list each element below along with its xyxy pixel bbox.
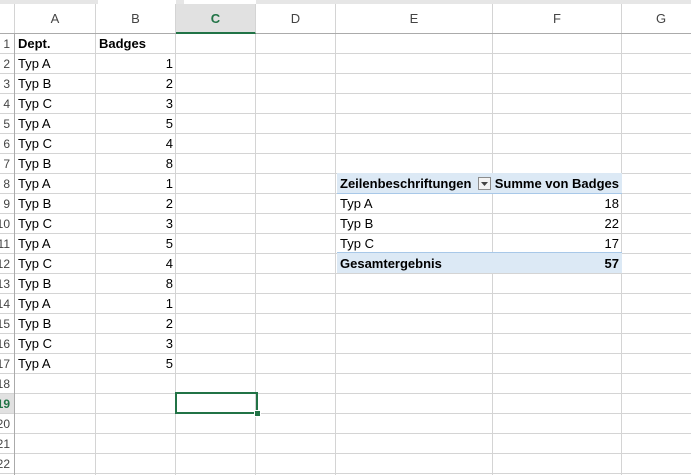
row-header-1[interactable]: 1 [0,34,14,54]
pivot-row-value[interactable]: 18 [493,194,622,213]
cell-A9[interactable]: Typ B [15,194,96,213]
cell-A17[interactable]: Typ A [15,354,96,373]
cell-A7[interactable]: Typ B [15,154,96,173]
row-header-13[interactable]: 13 [0,274,14,294]
cell-B1[interactable]: Badges [96,34,176,53]
row-header-15[interactable]: 15 [0,314,14,334]
dropdown-arrow-icon[interactable] [478,177,491,190]
pivot-row-value[interactable]: 22 [493,214,622,233]
cell-B6[interactable]: 4 [96,134,176,153]
cell-A14[interactable]: Typ A [15,294,96,313]
cell-B17[interactable]: 5 [96,354,176,373]
cell-A12[interactable]: Typ C [15,254,96,273]
active-cell-selection[interactable] [175,392,258,414]
cell-B4[interactable]: 3 [96,94,176,113]
row-header-5[interactable]: 5 [0,114,14,134]
row-header-17[interactable]: 17 [0,354,14,374]
column-header-b[interactable]: B [96,4,176,33]
row-header-19[interactable]: 19 [0,394,14,414]
column-header-e[interactable]: E [336,4,493,33]
column-header-f[interactable]: F [493,4,622,33]
cell-B11[interactable]: 5 [96,234,176,253]
pivot-grand-total-value[interactable]: 57 [493,254,622,273]
row-header-16[interactable]: 16 [0,334,14,354]
cell-A10[interactable]: Typ C [15,214,96,233]
pivot-row-label[interactable]: Typ A [337,194,493,213]
row-header-22[interactable]: 22 [0,454,14,474]
cell-B14[interactable]: 1 [96,294,176,313]
cell-A16[interactable]: Typ C [15,334,96,353]
fill-handle[interactable] [254,410,261,417]
cell-B16[interactable]: 3 [96,334,176,353]
cell-A5[interactable]: Typ A [15,114,96,133]
row-header-7[interactable]: 7 [0,154,14,174]
row-header-4[interactable]: 4 [0,94,14,114]
cell-B8[interactable]: 1 [96,174,176,193]
row-header-2[interactable]: 2 [0,54,14,74]
row-header-11[interactable]: 11 [0,234,14,254]
pivot-row-labels-header[interactable]: Zeilenbeschriftungen [337,174,477,193]
pivot-row-value[interactable]: 17 [493,234,622,253]
column-header-g[interactable]: G [622,4,691,33]
row-header-8[interactable]: 8 [0,174,14,194]
cell-A8[interactable]: Typ A [15,174,96,193]
column-header-d[interactable]: D [256,4,336,33]
cell-B13[interactable]: 8 [96,274,176,293]
row-header-20[interactable]: 20 [0,414,14,434]
row-header-6[interactable]: 6 [0,134,14,154]
pivot-row-label[interactable]: Typ C [337,234,493,253]
cell-B2[interactable]: 1 [96,54,176,73]
column-header-a[interactable]: A [15,4,96,33]
spreadsheet-grid[interactable]: ABCDEFG 12345678910111213141516171819202… [0,0,691,475]
cell-A3[interactable]: Typ B [15,74,96,93]
row-header-3[interactable]: 3 [0,74,14,94]
cell-A13[interactable]: Typ B [15,274,96,293]
pivot-value-header[interactable]: Summe von Badges [493,174,622,193]
column-header-bar: ABCDEFG [0,4,691,34]
row-header-21[interactable]: 21 [0,434,14,454]
pivot-row-label[interactable]: Typ B [337,214,493,233]
row-header-14[interactable]: 14 [0,294,14,314]
cell-B9[interactable]: 2 [96,194,176,213]
row-header-9[interactable]: 9 [0,194,14,214]
cell-B7[interactable]: 8 [96,154,176,173]
cell-B3[interactable]: 2 [96,74,176,93]
pivot-grand-total-label[interactable]: Gesamtergebnis [337,254,493,273]
row-header-18[interactable]: 18 [0,374,14,394]
row-header-12[interactable]: 12 [0,254,14,274]
row-header-10[interactable]: 10 [0,214,14,234]
column-header-c[interactable]: C [176,4,256,34]
cell-B12[interactable]: 4 [96,254,176,273]
cell-B10[interactable]: 3 [96,214,176,233]
cell-A4[interactable]: Typ C [15,94,96,113]
cell-A6[interactable]: Typ C [15,134,96,153]
cell-A1[interactable]: Dept. [15,34,96,53]
cell-B15[interactable]: 2 [96,314,176,333]
cell-B5[interactable]: 5 [96,114,176,133]
cell-A11[interactable]: Typ A [15,234,96,253]
cell-A15[interactable]: Typ B [15,314,96,333]
cell-A2[interactable]: Typ A [15,54,96,73]
select-all-corner[interactable] [0,4,15,33]
